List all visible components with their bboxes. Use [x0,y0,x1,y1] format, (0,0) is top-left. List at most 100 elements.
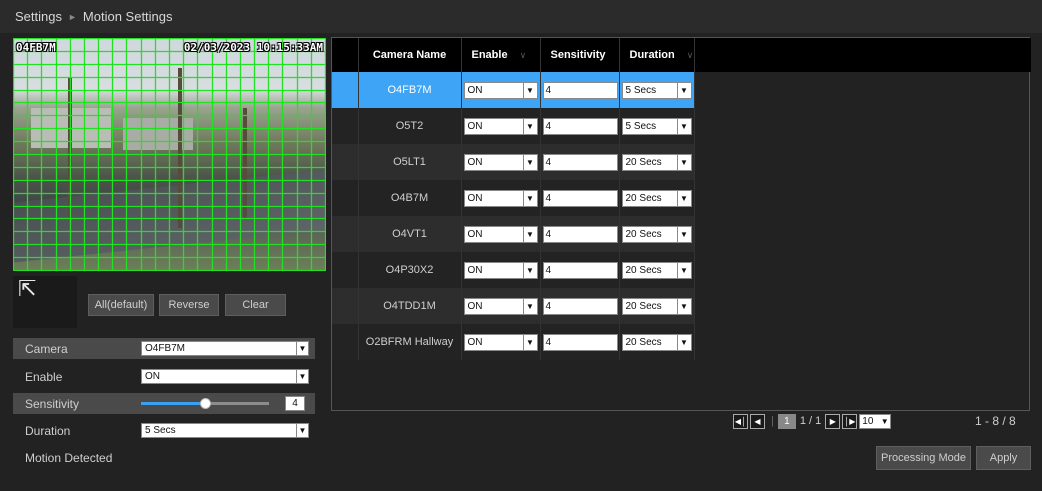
page-indicator: 1 / 1 [799,415,822,427]
row-lead [332,72,359,108]
enable-select[interactable]: ON ▼ [463,189,538,207]
sensitivity-input[interactable]: 4 [542,333,618,351]
enable-cell: ON ▼ [461,72,541,108]
enable-select[interactable]: ON ▼ [463,333,538,351]
camera-name-cell: O4B7M [358,180,462,216]
duration-cell: 5 Secs ▼ [619,108,695,144]
duration-value: 5 Secs [625,120,657,132]
row-lead [332,288,359,324]
enable-value: ON [467,192,483,204]
row-lead [332,144,359,180]
duration-select[interactable]: 20 Secs ▼ [621,333,692,351]
enable-cell: ON ▼ [461,252,541,288]
enable-select[interactable]: ON ▼ [463,297,538,315]
duration-select[interactable]: 20 Secs ▼ [621,189,692,207]
current-page-box[interactable]: 1 [777,413,796,429]
chevron-down-icon: ▼ [880,416,889,426]
pointer-tool-panel[interactable]: ⇱ [13,276,77,328]
first-page-icon[interactable]: ◀│ [733,413,748,429]
table-header-row: Camera Name Enable ∨ Sensitivity Duration… [332,38,695,72]
chevron-down-icon: ▼ [296,370,308,383]
enable-label: Enable [25,369,63,384]
chevron-down-icon: ▼ [676,262,691,278]
duration-value: 20 Secs [625,192,662,204]
enable-select[interactable]: ON ▼ [141,369,309,384]
enable-value: ON [467,228,483,240]
chevron-down-icon: ▼ [676,190,691,206]
duration-select[interactable]: 20 Secs ▼ [621,225,692,243]
duration-select[interactable]: 5 Secs ▼ [621,81,692,99]
reverse-button[interactable]: Reverse [159,294,219,316]
camera-name-cell: O2BFRM Hallway [358,324,462,360]
sensitivity-input[interactable]: 4 [542,117,618,135]
sensitivity-input[interactable]: 4 [542,297,618,315]
duration-select[interactable]: 20 Secs ▼ [621,261,692,279]
processing-mode-button[interactable]: Processing Mode [876,446,971,470]
table-row[interactable]: O4TDD1M ON ▼ 4 20 Secs ▼ [332,288,695,324]
table-row[interactable]: O4P30X2 ON ▼ 4 20 Secs ▼ [332,252,695,288]
page-size-select[interactable]: 10 ▼ [859,413,892,429]
enable-select[interactable]: ON ▼ [463,117,538,135]
duration-cell: 5 Secs ▼ [619,72,695,108]
table-row[interactable]: O4FB7M ON ▼ 4 5 Secs ▼ [332,72,695,108]
header-enable[interactable]: Enable ∨ [461,38,541,72]
breadcrumb-root[interactable]: Settings [15,9,62,24]
camera-name-cell: O4P30X2 [358,252,462,288]
sensitivity-input[interactable]: 4 [542,261,618,279]
sensitivity-cell: 4 [540,72,620,108]
duration-cell: 20 Secs ▼ [619,252,695,288]
sensitivity-cell: 4 [540,144,620,180]
sensitivity-input[interactable]: 4 [542,81,618,99]
sensitivity-slider[interactable] [141,398,269,409]
table-row[interactable]: O4B7M ON ▼ 4 20 Secs ▼ [332,180,695,216]
sensitivity-slider-handle[interactable] [200,398,211,409]
header-camera-name[interactable]: Camera Name [358,38,462,72]
next-page-icon[interactable]: ▶ [825,413,841,429]
enable-cell: ON ▼ [461,324,541,360]
enable-cell: ON ▼ [461,108,541,144]
clear-button[interactable]: Clear [225,294,286,316]
enable-value: ON [467,156,483,168]
table-row[interactable]: O4VT1 ON ▼ 4 20 Secs ▼ [332,216,695,252]
row-lead [332,180,359,216]
enable-cell: ON ▼ [461,288,541,324]
duration-select[interactable]: 20 Secs ▼ [621,153,692,171]
camera-select[interactable]: O4FB7M ▼ [141,341,309,356]
enable-select[interactable]: ON ▼ [463,81,538,99]
duration-select[interactable]: 5 Secs ▼ [621,117,692,135]
osd-camera-name: 04FB7M [16,41,56,54]
duration-row: Duration 5 Secs ▼ [13,420,315,441]
apply-button[interactable]: Apply [976,446,1031,470]
enable-select[interactable]: ON ▼ [463,153,538,171]
duration-select[interactable]: 20 Secs ▼ [621,297,692,315]
chevron-down-icon: ▼ [676,298,691,314]
header-duration[interactable]: Duration ∨ [619,38,695,72]
chevron-down-icon: ▼ [296,424,308,437]
enable-select[interactable]: ON ▼ [463,225,538,243]
record-count: 1 - 8 / 8 [975,414,1016,428]
enable-row: Enable ON ▼ [13,366,315,387]
sensitivity-input[interactable]: 4 [542,189,618,207]
enable-select[interactable]: ON ▼ [463,261,538,279]
sensitivity-input[interactable]: 4 [542,225,618,243]
chevron-down-icon: ▼ [522,226,537,242]
motion-detected-label: Motion Detected [25,451,113,465]
chevron-down-icon: ▼ [676,118,691,134]
header-sensitivity[interactable]: Sensitivity [540,38,620,72]
last-page-icon[interactable]: │▶ [842,413,858,429]
camera-row: Camera O4FB7M ▼ [13,338,315,359]
duration-select[interactable]: 5 Secs ▼ [141,423,309,438]
select-all-button[interactable]: All(default) [88,294,154,316]
enable-value: ON [467,264,483,276]
duration-value: 20 Secs [625,228,662,240]
table-row[interactable]: O5T2 ON ▼ 4 5 Secs ▼ [332,108,695,144]
prev-page-icon[interactable]: ◀ [750,413,765,429]
row-lead [332,108,359,144]
motion-detection-grid[interactable] [13,38,326,271]
camera-name-cell: O5LT1 [358,144,462,180]
camera-preview[interactable]: 04FB7M 02/03/2023 10:15:33AM [13,38,326,271]
table-row[interactable]: O5LT1 ON ▼ 4 20 Secs ▼ [332,144,695,180]
table-row[interactable]: O2BFRM Hallway ON ▼ 4 20 Secs ▼ [332,324,695,360]
sensitivity-input[interactable]: 4 [542,153,618,171]
enable-cell: ON ▼ [461,180,541,216]
